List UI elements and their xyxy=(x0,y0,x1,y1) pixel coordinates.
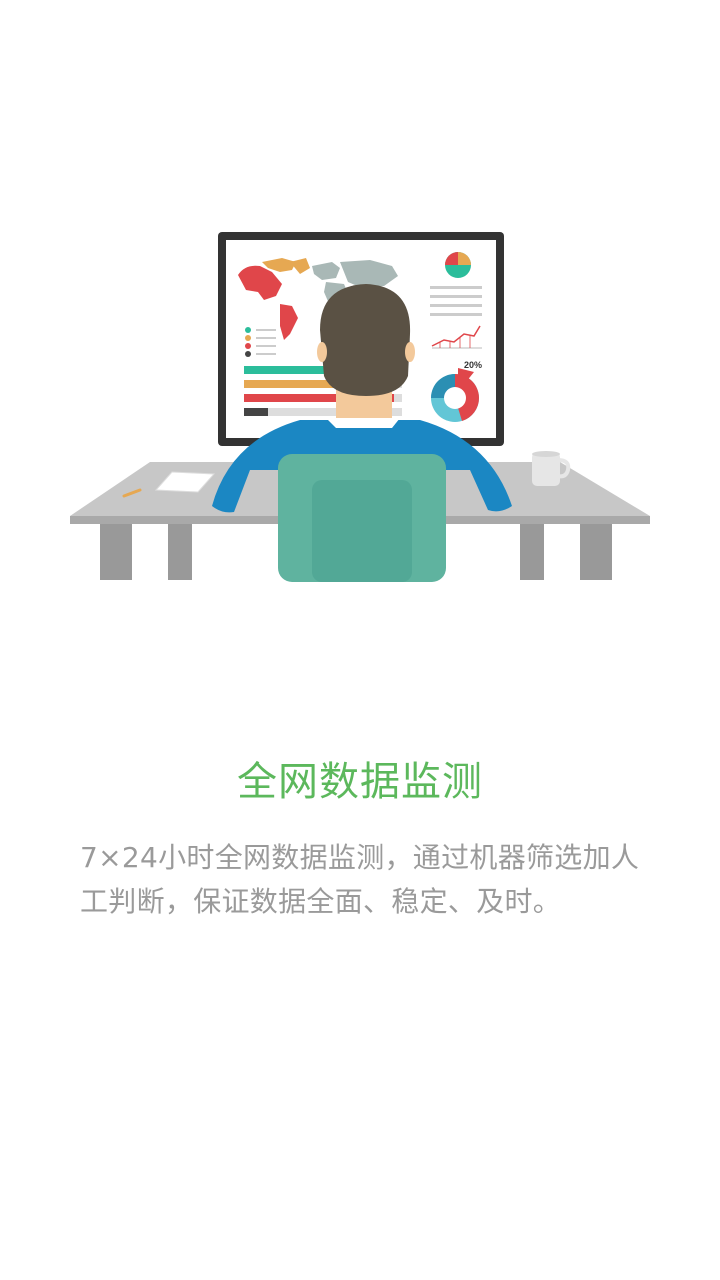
feature-description: 7×24小时全网数据监测，通过机器筛选加人工判断，保证数据全面、稳定、及时。 xyxy=(80,841,640,918)
chair xyxy=(278,454,446,582)
feature-title: 全网数据监测 xyxy=(237,759,483,805)
pie-chart-icon xyxy=(445,252,471,278)
monitoring-illustration: 20% xyxy=(70,232,650,582)
donut-percent-label: 20% xyxy=(464,360,482,370)
